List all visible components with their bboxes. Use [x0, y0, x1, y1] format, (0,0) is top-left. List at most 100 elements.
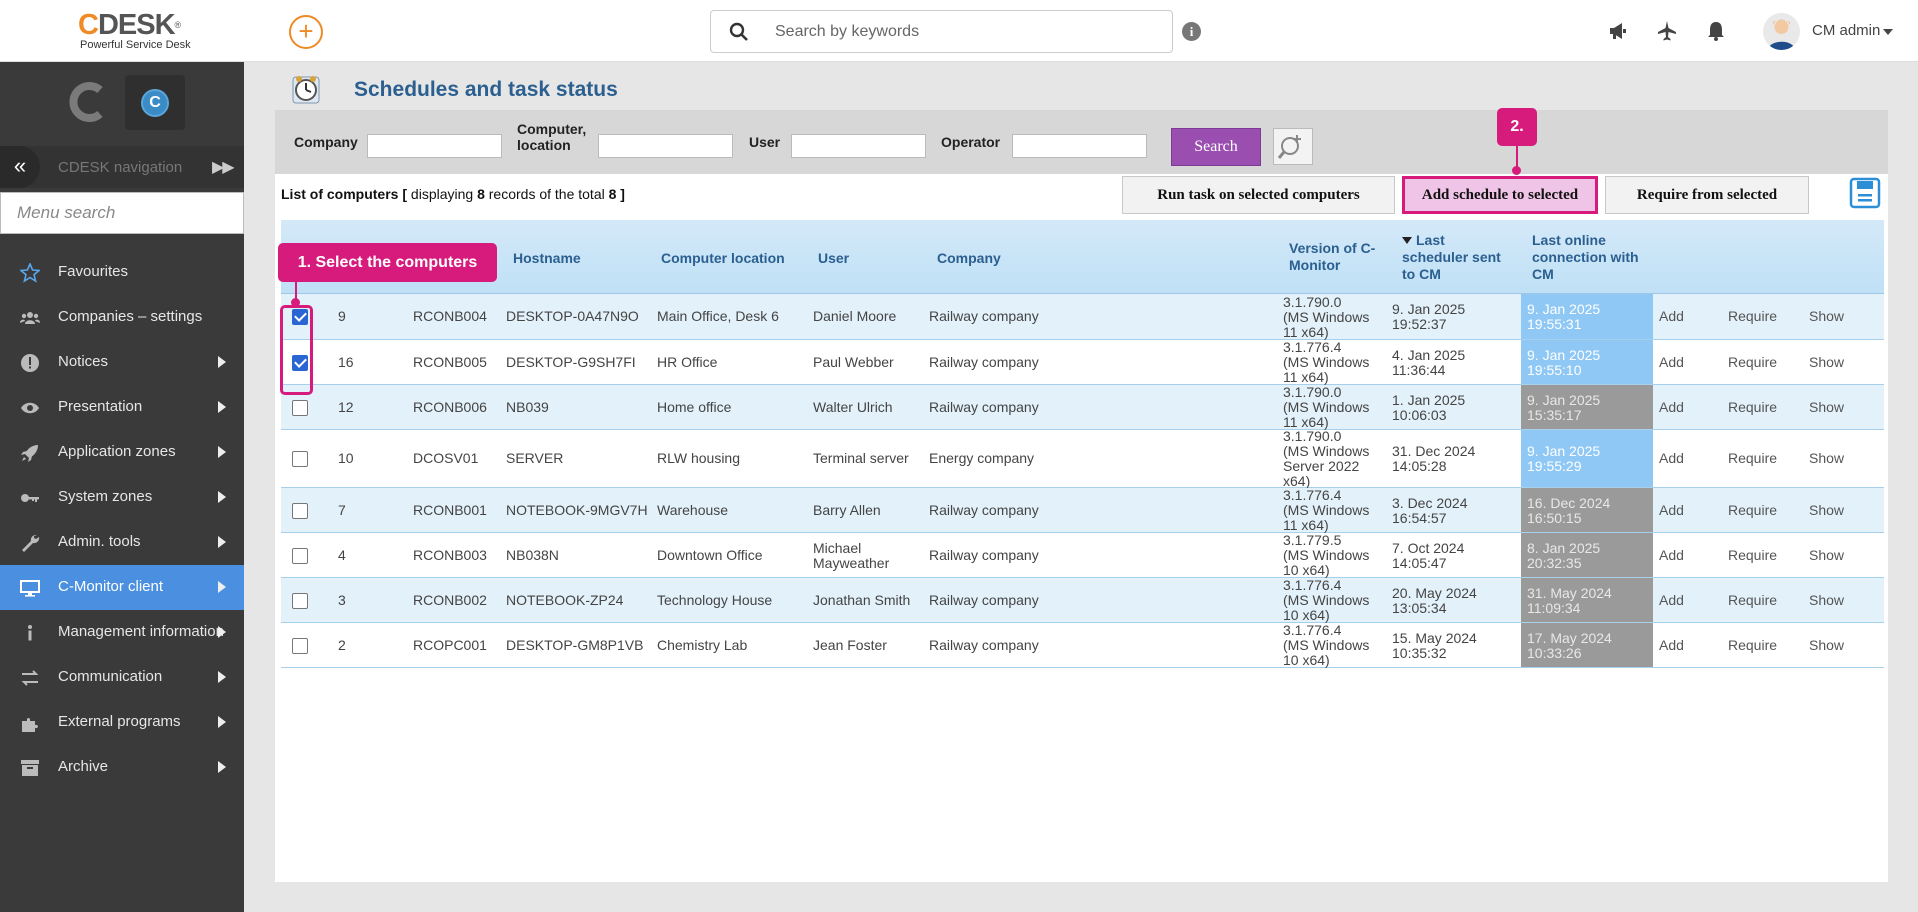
cmonitor-logo[interactable]: C — [125, 75, 185, 130]
header-version[interactable]: Version of C- Monitor — [1289, 240, 1375, 274]
hostname[interactable]: SERVER — [506, 451, 563, 466]
add-new-button[interactable]: + — [289, 15, 323, 49]
add-link[interactable]: Add — [1659, 399, 1684, 415]
hostname[interactable]: DESKTOP-0A47N9O — [506, 309, 639, 324]
table-row[interactable]: 17. May 2024 10:33:26 2 RCOPC001 DESKTOP-GM8… — [281, 623, 1884, 668]
chevron-down-icon[interactable] — [1883, 29, 1893, 35]
table-row[interactable]: 31. May 2024 11:09:34 3 RCONB002 NOTEBOOK-ZP… — [281, 578, 1884, 623]
user-filter-input[interactable] — [791, 134, 926, 158]
row-checkbox[interactable] — [292, 547, 308, 564]
megaphone-icon[interactable] — [1607, 20, 1629, 42]
avatar[interactable] — [1763, 13, 1800, 50]
show-link[interactable]: Show — [1809, 354, 1844, 370]
add-link[interactable]: Add — [1659, 451, 1684, 466]
cdesk-c-logo-icon[interactable] — [62, 76, 114, 128]
sidebar-item-admin-tools[interactable]: Admin. tools — [0, 520, 244, 565]
sidebar-item-application-zones[interactable]: Application zones — [0, 430, 244, 475]
collapse-sidebar-icon[interactable]: « — [0, 146, 40, 188]
sidebar-item-notices[interactable]: Notices — [0, 340, 244, 385]
computer-code[interactable]: RCONB002 — [413, 592, 487, 608]
show-link[interactable]: Show — [1809, 637, 1844, 653]
show-link[interactable]: Show — [1809, 547, 1844, 563]
advanced-search-button[interactable] — [1273, 128, 1313, 165]
table-row[interactable]: 8. Jan 2025 20:32:35 4 RCONB003 NB038N Downto… — [281, 533, 1884, 578]
sidebar-item-companies-settings[interactable]: Companies – settings — [0, 295, 244, 340]
menu-search-input[interactable] — [1, 193, 243, 233]
add-schedule-button[interactable]: Add schedule to selected — [1402, 176, 1598, 214]
add-link[interactable]: Add — [1659, 547, 1684, 563]
sidebar-item-communication[interactable]: Communication — [0, 655, 244, 700]
header-hostname[interactable]: Hostname — [513, 250, 581, 267]
header-user[interactable]: User — [818, 250, 849, 267]
add-link[interactable]: Add — [1659, 309, 1684, 324]
require-link[interactable]: Require — [1728, 637, 1777, 653]
computer-code[interactable]: RCONB004 — [413, 309, 487, 324]
save-icon[interactable] — [1849, 177, 1881, 209]
company-filter-input[interactable] — [367, 134, 502, 158]
require-link[interactable]: Require — [1728, 502, 1777, 518]
search-input[interactable] — [775, 19, 1155, 45]
add-link[interactable]: Add — [1659, 637, 1684, 653]
add-link[interactable]: Add — [1659, 592, 1684, 608]
sidebar-item-favourites[interactable]: Favourites — [0, 250, 244, 295]
user-name[interactable]: CM admin — [1812, 22, 1880, 39]
require-link[interactable]: Require — [1728, 451, 1777, 466]
add-link[interactable]: Add — [1659, 502, 1684, 518]
table-row[interactable]: 9. Jan 2025 19:55:31 9 RCONB004 DESKTOP-0A47… — [281, 294, 1884, 340]
sidebar-item-presentation[interactable]: Presentation — [0, 385, 244, 430]
hostname[interactable]: NB038N — [506, 547, 559, 563]
table-row[interactable]: 9. Jan 2025 19:55:10 16 RCONB005 DESKTOP-G9S… — [281, 340, 1884, 385]
add-link[interactable]: Add — [1659, 354, 1684, 370]
hostname[interactable]: NOTEBOOK-ZP24 — [506, 592, 623, 608]
require-link[interactable]: Require — [1728, 547, 1777, 563]
show-link[interactable]: Show — [1809, 399, 1844, 415]
sidebar-item-external-programs[interactable]: External programs — [0, 700, 244, 745]
show-link[interactable]: Show — [1809, 592, 1844, 608]
run-task-button[interactable]: Run task on selected computers — [1122, 176, 1395, 214]
table-row[interactable]: 9. Jan 2025 19:55:29 10 DCOSV01 SERVER RLW ho… — [281, 429, 1884, 489]
show-link[interactable]: Show — [1809, 502, 1844, 518]
hostname[interactable]: NOTEBOOK-9MGV7H — [506, 502, 648, 518]
show-link[interactable]: Show — [1809, 309, 1844, 324]
search-button[interactable]: Search — [1171, 128, 1261, 166]
hostname[interactable]: NB039 — [506, 399, 549, 415]
require-link[interactable]: Require — [1728, 592, 1777, 608]
operator-filter-input[interactable] — [1012, 134, 1147, 158]
require-link[interactable]: Require — [1728, 309, 1777, 324]
sidebar-item-management-information[interactable]: Management information — [0, 610, 244, 655]
header-last-online[interactable]: Last online connection with CM — [1532, 232, 1639, 283]
table-row[interactable]: 9. Jan 2025 15:35:17 12 RCONB006 NB039 Home o… — [281, 385, 1884, 430]
computer-code[interactable]: DCOSV01 — [413, 451, 478, 466]
table-row[interactable]: 16. Dec 2024 16:50:15 7 RCONB001 NOTEBOOK-9M… — [281, 488, 1884, 533]
expand-arrows-icon[interactable]: ▶▶ — [212, 157, 235, 177]
computer-code[interactable]: RCONB001 — [413, 502, 487, 518]
row-checkbox[interactable] — [292, 451, 308, 467]
header-last-scheduler[interactable]: Last scheduler sent to CM — [1402, 232, 1501, 283]
row-checkbox[interactable] — [292, 592, 308, 609]
hostname[interactable]: DESKTOP-GM8P1VB — [506, 637, 643, 653]
bell-icon[interactable] — [1705, 20, 1727, 42]
sidebar-item-archive[interactable]: Archive — [0, 745, 244, 790]
menu-search[interactable] — [0, 192, 244, 234]
require-from-selected-button[interactable]: Require from selected — [1605, 176, 1809, 214]
computer-code[interactable]: RCONB006 — [413, 399, 487, 415]
show-link[interactable]: Show — [1809, 451, 1844, 466]
sidebar-item-system-zones[interactable]: System zones — [0, 475, 244, 520]
hostname[interactable]: DESKTOP-G9SH7FI — [506, 354, 636, 370]
info-icon[interactable]: i — [1182, 22, 1201, 41]
computer-code[interactable]: RCONB005 — [413, 354, 487, 370]
row-checkbox[interactable] — [292, 399, 308, 416]
header-computer-location[interactable]: Computer location — [661, 250, 785, 267]
airplane-icon[interactable] — [1656, 20, 1678, 42]
computer-code[interactable]: RCONB003 — [413, 547, 487, 563]
cdesk-logo[interactable]: CDESK® Powerful Service Desk — [78, 10, 208, 54]
computer-code[interactable]: RCOPC001 — [413, 637, 487, 653]
require-link[interactable]: Require — [1728, 399, 1777, 415]
require-link[interactable]: Require — [1728, 354, 1777, 370]
computer-filter-input[interactable] — [598, 134, 733, 158]
row-checkbox[interactable] — [292, 502, 308, 519]
header-company[interactable]: Company — [937, 250, 1001, 267]
global-search[interactable] — [710, 10, 1173, 53]
sidebar-item-c-monitor-client[interactable]: C-Monitor client — [0, 565, 244, 610]
row-checkbox[interactable] — [292, 637, 308, 654]
